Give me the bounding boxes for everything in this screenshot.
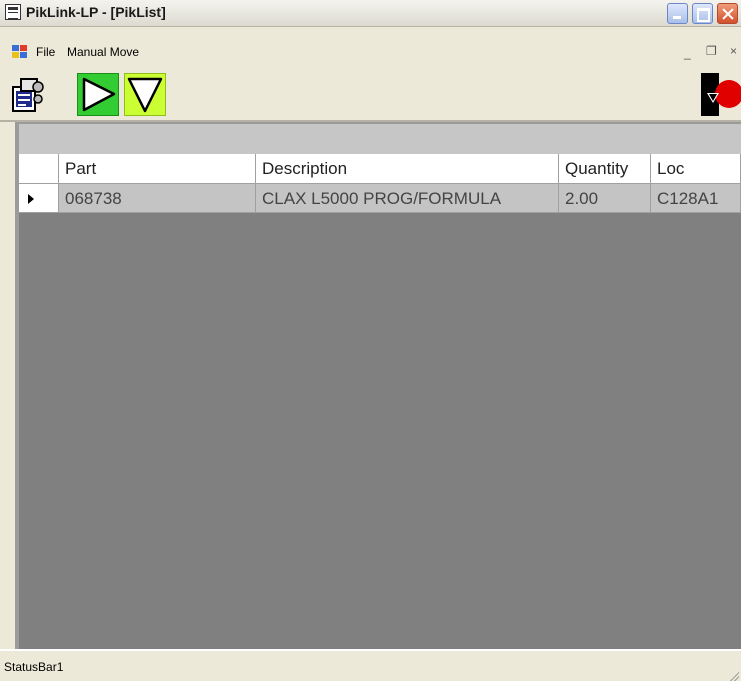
column-header-part[interactable]: Part: [59, 154, 256, 184]
table-row[interactable]: 068738 CLAX L5000 PROG/FORMULA 2.00 C128…: [19, 184, 741, 213]
status-bar: StatusBar1: [0, 649, 741, 681]
grid-header: Part Description Quantity Loc: [19, 154, 741, 184]
mdi-minimize-button[interactable]: _: [684, 46, 691, 60]
column-header-description[interactable]: Description: [256, 154, 559, 184]
play-forward-icon: [82, 77, 116, 112]
header-row-selector: [19, 154, 59, 184]
data-grid[interactable]: Part Description Quantity Loc 068738 CLA…: [19, 154, 741, 649]
mdi-child-icon[interactable]: [12, 45, 28, 59]
app-icon: [5, 4, 21, 20]
cell-part[interactable]: 068738: [59, 184, 256, 213]
caption-band: [19, 122, 741, 156]
stop-pointer-icon: [701, 73, 741, 116]
document-gears-button[interactable]: [7, 73, 49, 116]
mdi-close-button[interactable]: ×: [730, 44, 737, 58]
filter-down-icon: [127, 77, 163, 113]
cell-description[interactable]: CLAX L5000 PROG/FORMULA: [256, 184, 559, 213]
menu-file[interactable]: File: [36, 45, 55, 59]
document-gears-icon: [12, 78, 44, 112]
window-title: PikLink-LP - [PikList]: [26, 4, 166, 20]
current-row-arrow-icon: [28, 194, 34, 204]
minimize-button[interactable]: [667, 3, 688, 24]
status-text: StatusBar1: [4, 660, 64, 674]
stop-button[interactable]: [701, 73, 741, 116]
app-window: PikLink-LP - [PikList] File Manual Move …: [0, 0, 741, 681]
menu-manual-move[interactable]: Manual Move: [67, 45, 139, 59]
resize-grip-icon[interactable]: [729, 671, 739, 681]
column-header-loc[interactable]: Loc: [651, 154, 741, 184]
close-button[interactable]: [717, 3, 738, 24]
title-bar[interactable]: PikLink-LP - [PikList]: [0, 0, 741, 27]
column-header-quantity[interactable]: Quantity: [559, 154, 651, 184]
mdi-restore-button[interactable]: ❐: [706, 44, 717, 58]
cell-loc[interactable]: C128A1: [651, 184, 741, 213]
maximize-button[interactable]: [692, 3, 713, 24]
row-selector[interactable]: [19, 184, 59, 213]
filter-button[interactable]: [124, 73, 166, 116]
cell-quantity[interactable]: 2.00: [559, 184, 651, 213]
start-button[interactable]: [77, 73, 119, 116]
